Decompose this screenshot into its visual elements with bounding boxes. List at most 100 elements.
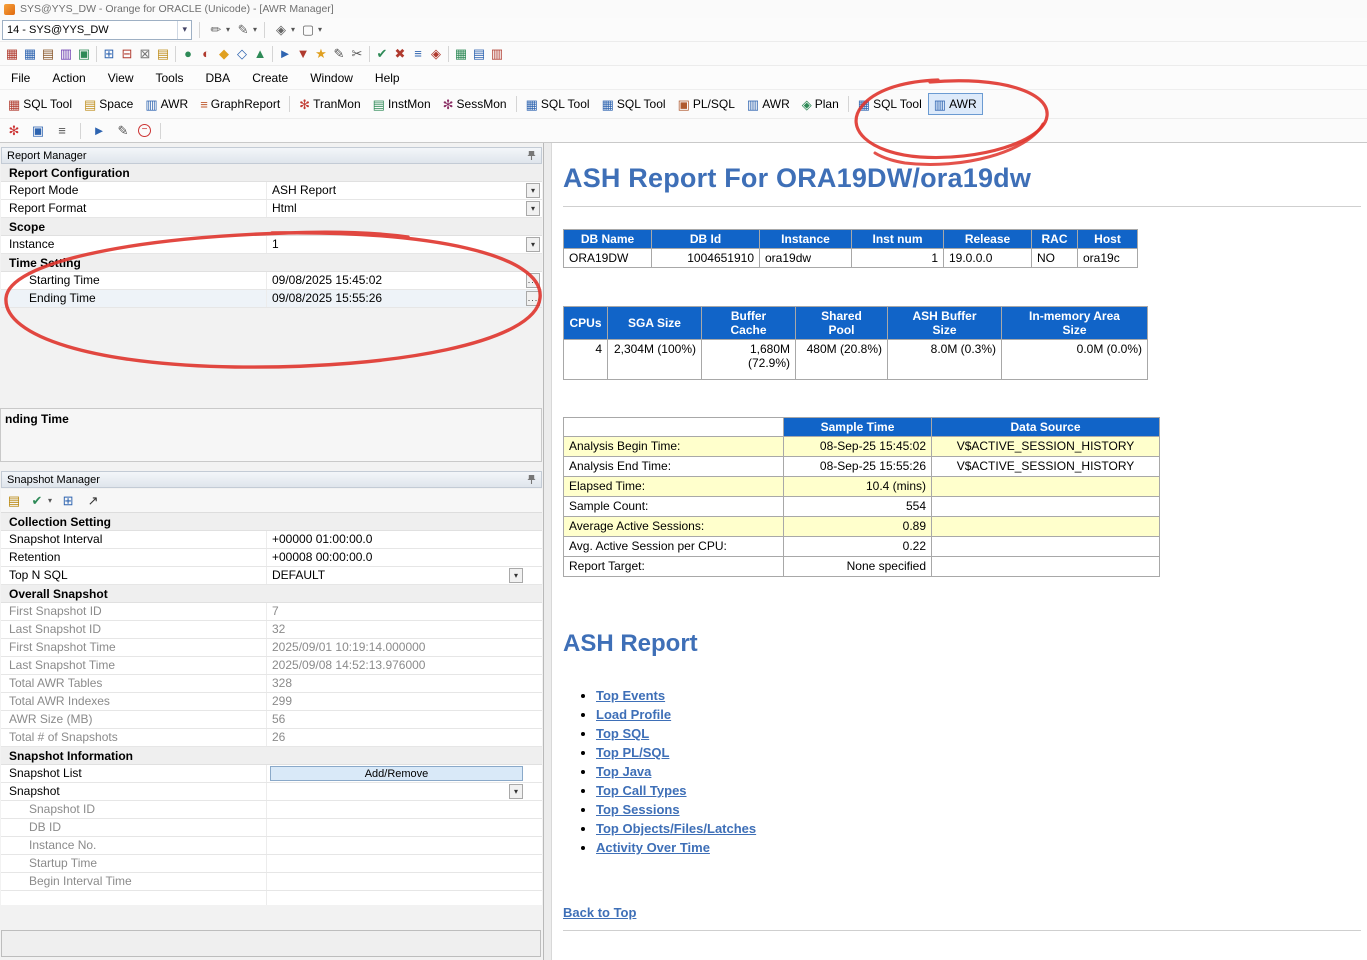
toolbar-button-awr[interactable]: ▥ AWR: [741, 93, 796, 115]
toolbar-button-sessmon[interactable]: ✻ SessMon: [437, 93, 513, 115]
add-remove-button[interactable]: Add/Remove: [270, 766, 523, 781]
pushpin-icon[interactable]: [527, 150, 536, 161]
instance-value[interactable]: 1: [272, 236, 508, 253]
box-icon[interactable]: ▢: [299, 21, 317, 39]
toolbar-icon[interactable]: ◇: [233, 45, 251, 63]
back-to-top-link[interactable]: Back to Top: [563, 905, 636, 920]
row-value[interactable]: DEFAULT: [272, 567, 508, 584]
chevron-down-icon[interactable]: ▾: [48, 496, 52, 505]
toolbar-button-space[interactable]: ▤ Space: [78, 93, 139, 115]
link-top-objects[interactable]: Top Objects/Files/Latches: [596, 821, 756, 836]
toolbar-icon[interactable]: ▲: [251, 45, 269, 63]
list-icon[interactable]: ≡: [409, 45, 427, 63]
run-icon[interactable]: ►: [90, 122, 108, 140]
database-icon[interactable]: ▤: [154, 45, 172, 63]
menu-item-action[interactable]: Action: [41, 68, 96, 88]
toolbar-icon[interactable]: ●: [179, 45, 197, 63]
link-top-sql[interactable]: Top SQL: [596, 726, 649, 741]
toolbar-button-plan[interactable]: ◈ Plan: [796, 93, 845, 115]
report-mode-value[interactable]: ASH Report: [272, 182, 508, 199]
toolbar-icon[interactable]: ▤: [39, 45, 57, 63]
close-icon[interactable]: ✖: [391, 45, 409, 63]
chevron-down-icon[interactable]: ▾: [318, 25, 322, 34]
toolbar-button-awr[interactable]: ▥ AWR: [139, 93, 194, 115]
sample-info-table: Sample Time Data Source Analysis Begin T…: [563, 417, 1160, 577]
toolbar-icon[interactable]: ▣: [75, 45, 93, 63]
link-top-plsql[interactable]: Top PL/SQL: [596, 745, 669, 760]
pen-icon[interactable]: ✏: [207, 21, 225, 39]
scissors-icon[interactable]: ✂: [348, 45, 366, 63]
toolbar-icon[interactable]: ⊞: [100, 45, 118, 63]
add-snapshot-icon[interactable]: ⊞: [59, 492, 77, 510]
remove-icon[interactable]: −: [138, 124, 151, 137]
starting-time-value[interactable]: 09/08/2025 15:45:02: [272, 272, 508, 289]
link-top-sessions[interactable]: Top Sessions: [596, 802, 680, 817]
link-top-java[interactable]: Top Java: [596, 764, 651, 779]
toolbar-icon[interactable]: ▦: [3, 45, 21, 63]
menu-item-tools[interactable]: Tools: [145, 68, 195, 88]
pencil-icon[interactable]: ✎: [330, 45, 348, 63]
menu-item-file[interactable]: File: [0, 68, 41, 88]
pinwheel-icon[interactable]: ✻: [5, 122, 23, 140]
session-combo[interactable]: 14 - SYS@YYS_DW ▾: [2, 19, 192, 40]
toolbar-button-plsql[interactable]: ▣ PL/SQL: [672, 93, 741, 115]
menu-item-dba[interactable]: DBA: [195, 68, 242, 88]
chevron-down-icon[interactable]: ▾: [509, 568, 523, 583]
toolbar-button-sql-tool[interactable]: ▦ SQL Tool: [2, 93, 78, 115]
toolbar-icon[interactable]: ▥: [57, 45, 75, 63]
link-load-profile[interactable]: Load Profile: [596, 707, 671, 722]
panel-splitter[interactable]: [544, 143, 552, 960]
chevron-down-icon[interactable]: ▾: [226, 25, 230, 34]
toolbar-icon[interactable]: ▦: [21, 45, 39, 63]
save-icon[interactable]: ▣: [29, 122, 47, 140]
toolbar-icon[interactable]: ▼: [294, 45, 312, 63]
list-item: Top Events: [596, 688, 756, 703]
toolbar-icon[interactable]: ▥: [488, 45, 506, 63]
link-activity-over-time[interactable]: Activity Over Time: [596, 840, 710, 855]
chevron-down-icon[interactable]: ▾: [253, 25, 257, 34]
check-icon[interactable]: ✔: [30, 492, 44, 510]
gem-icon[interactable]: ◈: [427, 45, 445, 63]
toolbar-icon[interactable]: ►: [276, 45, 294, 63]
package-icon[interactable]: ◈: [272, 21, 290, 39]
toolbar-button-sql-tool[interactable]: ▦ SQL Tool: [852, 93, 928, 115]
edit-icon[interactable]: ✎: [114, 122, 132, 140]
toolbar-icon[interactable]: ◆: [215, 45, 233, 63]
toolbar-button-sql-tool[interactable]: ▦ SQL Tool: [596, 93, 672, 115]
report-format-value[interactable]: Html: [272, 200, 508, 217]
database-icon[interactable]: ▤: [5, 492, 23, 510]
pencil-icon[interactable]: ✎: [234, 21, 252, 39]
chevron-down-icon[interactable]: ▾: [291, 25, 295, 34]
toolbar-icon[interactable]: ★: [312, 45, 330, 63]
toolbar-button-graphreport[interactable]: ≡ GraphReport: [194, 93, 286, 115]
toolbar-button-sql-tool[interactable]: ▦ SQL Tool: [520, 93, 596, 115]
chevron-down-icon[interactable]: ▾: [526, 183, 540, 198]
toolbar-button-awr-active[interactable]: ▥ AWR: [927, 93, 983, 115]
print-icon[interactable]: ≡: [53, 122, 71, 140]
toolbar-icon[interactable]: ⊟: [118, 45, 136, 63]
chevron-down-icon[interactable]: ▾: [526, 237, 540, 252]
toolbar-icon[interactable]: ▦: [452, 45, 470, 63]
toolbar-icon[interactable]: ⊠: [136, 45, 154, 63]
pushpin-icon[interactable]: [527, 474, 536, 485]
toolbar-button-instmon[interactable]: ▤ InstMon: [367, 93, 437, 115]
toolbar-icon[interactable]: ◐: [197, 45, 215, 63]
ellipsis-button[interactable]: ...: [526, 291, 540, 306]
link-top-events[interactable]: Top Events: [596, 688, 665, 703]
row-value[interactable]: +00008 00:00:00.0: [272, 549, 508, 566]
chevron-down-icon[interactable]: ▾: [177, 20, 187, 39]
row-value[interactable]: +00000 01:00:00.0: [272, 531, 508, 548]
ellipsis-button[interactable]: ...: [526, 273, 540, 288]
menu-item-window[interactable]: Window: [299, 68, 364, 88]
menu-item-help[interactable]: Help: [364, 68, 411, 88]
export-icon[interactable]: ↗: [84, 492, 102, 510]
menu-item-create[interactable]: Create: [241, 68, 299, 88]
link-top-call-types[interactable]: Top Call Types: [596, 783, 687, 798]
chevron-down-icon[interactable]: ▾: [509, 784, 523, 799]
toolbar-icon[interactable]: ▤: [470, 45, 488, 63]
chevron-down-icon[interactable]: ▾: [526, 201, 540, 216]
check-icon[interactable]: ✔: [373, 45, 391, 63]
ending-time-value[interactable]: 09/08/2025 15:55:26: [272, 290, 508, 307]
menu-item-view[interactable]: View: [97, 68, 145, 88]
toolbar-button-tranmon[interactable]: ✻ TranMon: [293, 93, 366, 115]
